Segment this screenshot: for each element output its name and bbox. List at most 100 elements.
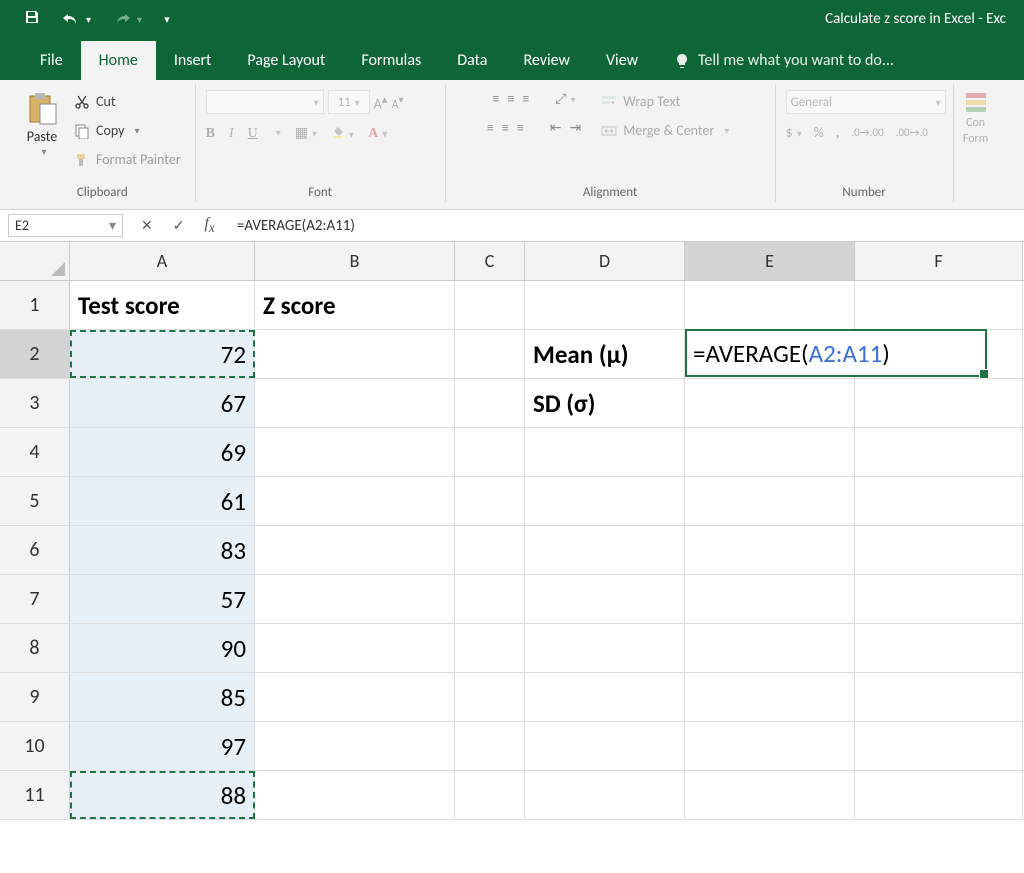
row-header-4[interactable]: 4 — [0, 428, 70, 476]
wrap-text-button[interactable]: Wrap Text — [597, 90, 733, 113]
borders-button[interactable]: ▦▾ — [295, 125, 317, 142]
underline-button[interactable]: U — [248, 126, 258, 142]
increase-decimal-button[interactable]: .0→.00 — [851, 126, 883, 139]
cell-D8[interactable] — [525, 624, 685, 672]
cell-E7[interactable] — [685, 575, 855, 623]
cell-F3[interactable] — [855, 379, 1023, 427]
cell-A6[interactable]: 83 — [70, 526, 255, 574]
cell-D11[interactable] — [525, 771, 685, 819]
cell-B1[interactable]: Z score — [255, 281, 455, 329]
formula-input[interactable]: =AVERAGE(A2:A11) — [229, 210, 1024, 241]
name-box[interactable]: E2▾ — [8, 214, 123, 237]
cell-F8[interactable] — [855, 624, 1023, 672]
row-header-9[interactable]: 9 — [0, 673, 70, 721]
cell-F11[interactable] — [855, 771, 1023, 819]
italic-button[interactable]: I — [229, 126, 234, 142]
tab-review[interactable]: Review — [505, 41, 588, 80]
fill-color-button[interactable]: ▾ — [331, 124, 354, 143]
cell-D9[interactable] — [525, 673, 685, 721]
cell-C1[interactable] — [455, 281, 525, 329]
cell-E6[interactable] — [685, 526, 855, 574]
cell-C8[interactable] — [455, 624, 525, 672]
cell-E1[interactable] — [685, 281, 855, 329]
cell-A7[interactable]: 57 — [70, 575, 255, 623]
cell-D4[interactable] — [525, 428, 685, 476]
col-header-F[interactable]: F — [855, 242, 1023, 280]
cell-D3[interactable]: SD (σ) — [525, 379, 685, 427]
cell-A9[interactable]: 85 — [70, 673, 255, 721]
col-header-B[interactable]: B — [255, 242, 455, 280]
cell-F9[interactable] — [855, 673, 1023, 721]
cell-B7[interactable] — [255, 575, 455, 623]
format-painter-button[interactable]: Format Painter — [70, 148, 185, 171]
decrease-indent-icon[interactable]: ⇤ — [550, 119, 562, 136]
cell-C7[interactable] — [455, 575, 525, 623]
align-right-icon[interactable]: ≡ — [517, 119, 524, 136]
row-header-10[interactable]: 10 — [0, 722, 70, 770]
font-family-combo[interactable]: ▾ — [206, 90, 324, 114]
align-top-icon[interactable]: ≡ — [492, 90, 499, 107]
qat-customize-icon[interactable]: ▾ — [164, 13, 170, 26]
percent-format-button[interactable]: % — [814, 124, 824, 141]
accounting-format-button[interactable]: $▾ — [786, 124, 802, 141]
cell-C3[interactable] — [455, 379, 525, 427]
cell-C2[interactable] — [455, 330, 525, 378]
increase-font-icon[interactable]: A▴ — [374, 92, 388, 113]
merge-center-button[interactable]: Merge & Center▾ — [597, 119, 733, 142]
align-middle-icon[interactable]: ≡ — [507, 90, 514, 107]
cell-B10[interactable] — [255, 722, 455, 770]
cell-F1[interactable] — [855, 281, 1023, 329]
row-header-6[interactable]: 6 — [0, 526, 70, 574]
row-header-8[interactable]: 8 — [0, 624, 70, 672]
tab-home[interactable]: Home — [81, 41, 156, 80]
undo-icon[interactable]: ▾ — [62, 12, 91, 26]
cell-F5[interactable] — [855, 477, 1023, 525]
col-header-C[interactable]: C — [455, 242, 525, 280]
save-icon[interactable] — [24, 9, 40, 29]
cell-F6[interactable] — [855, 526, 1023, 574]
cell-C10[interactable] — [455, 722, 525, 770]
comma-format-button[interactable]: , — [836, 124, 840, 141]
cell-A3[interactable]: 67 — [70, 379, 255, 427]
font-color-button[interactable]: A▾ — [368, 126, 387, 142]
cell-C9[interactable] — [455, 673, 525, 721]
row-header-2[interactable]: 2 — [0, 330, 70, 378]
col-header-E[interactable]: E — [685, 242, 855, 280]
cell-A11[interactable]: 88 — [70, 771, 255, 819]
cell-D7[interactable] — [525, 575, 685, 623]
align-left-icon[interactable]: ≡ — [487, 119, 494, 136]
number-format-combo[interactable]: General▾ — [786, 90, 946, 114]
cell-F4[interactable] — [855, 428, 1023, 476]
tab-formulas[interactable]: Formulas — [343, 41, 439, 80]
bold-button[interactable]: B — [206, 126, 215, 142]
cell-E8[interactable] — [685, 624, 855, 672]
cell-A1[interactable]: Test score — [70, 281, 255, 329]
tab-file[interactable]: File — [22, 41, 81, 80]
cell-A4[interactable]: 69 — [70, 428, 255, 476]
increase-indent-icon[interactable]: ⇥ — [570, 119, 582, 136]
cell-F7[interactable] — [855, 575, 1023, 623]
cell-B11[interactable] — [255, 771, 455, 819]
paste-button[interactable]: Paste ▾ — [20, 90, 64, 158]
decrease-font-icon[interactable]: A▾ — [392, 93, 404, 112]
enter-formula-icon[interactable]: ✓ — [173, 217, 185, 234]
row-header-5[interactable]: 5 — [0, 477, 70, 525]
cell-B9[interactable] — [255, 673, 455, 721]
cell-D1[interactable] — [525, 281, 685, 329]
select-all-corner[interactable] — [0, 242, 70, 280]
conditional-formatting-icon[interactable] — [964, 90, 988, 114]
col-header-A[interactable]: A — [70, 242, 255, 280]
insert-function-icon[interactable]: fx — [204, 215, 214, 236]
cell-C6[interactable] — [455, 526, 525, 574]
cell-C5[interactable] — [455, 477, 525, 525]
copy-button[interactable]: Copy▾ — [70, 119, 185, 142]
tab-insert[interactable]: Insert — [156, 41, 230, 80]
cell-A10[interactable]: 97 — [70, 722, 255, 770]
col-header-D[interactable]: D — [525, 242, 685, 280]
row-header-7[interactable]: 7 — [0, 575, 70, 623]
cell-A2[interactable]: 72 — [70, 330, 255, 378]
align-center-icon[interactable]: ≡ — [502, 119, 509, 136]
cut-button[interactable]: Cut — [70, 90, 185, 113]
row-header-3[interactable]: 3 — [0, 379, 70, 427]
cell-E5[interactable] — [685, 477, 855, 525]
